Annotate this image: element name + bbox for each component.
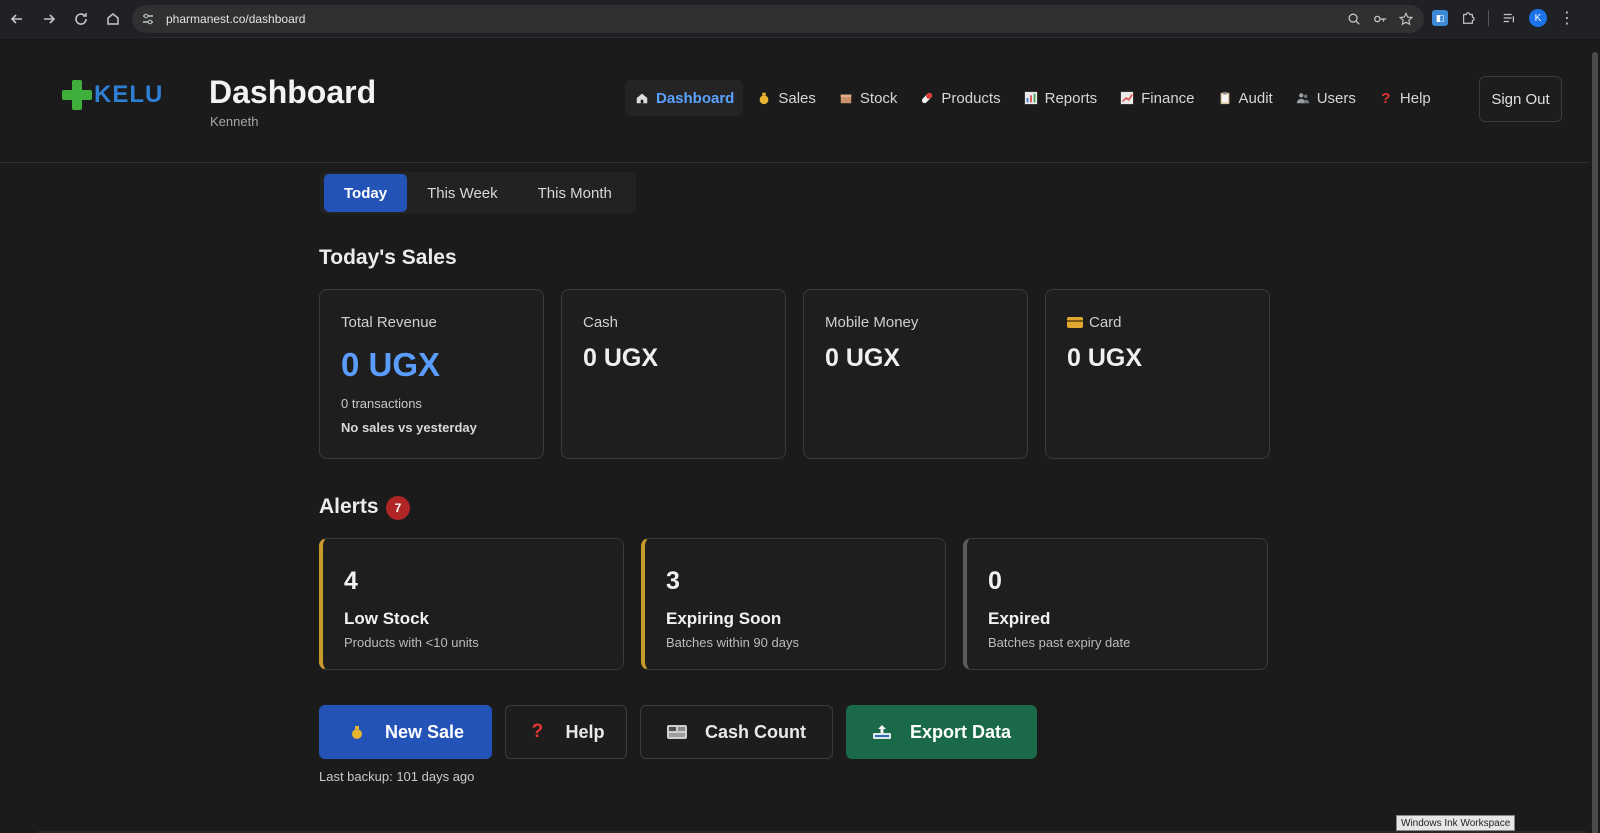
app-header: KELU Dashboard Kenneth Dashboard Sales S…	[0, 38, 1590, 163]
mobile-money-card: Mobile Money 0 UGX	[803, 289, 1028, 459]
upload-tray-icon	[872, 722, 892, 742]
sign-out-button[interactable]: Sign Out	[1479, 76, 1562, 122]
extension-icon[interactable]: ◧	[1432, 10, 1448, 26]
alert-description: Batches within 90 days	[666, 635, 799, 650]
box-icon	[838, 90, 854, 106]
period-tabs: Today This Week This Month	[320, 172, 636, 214]
total-revenue-label: Total Revenue	[341, 314, 437, 331]
card-payments-card: Card 0 UGX	[1045, 289, 1270, 459]
money-bag-icon	[756, 90, 772, 106]
total-revenue-card: Total Revenue 0 UGX 0 transactions No sa…	[319, 289, 544, 459]
tab-today[interactable]: Today	[324, 174, 408, 212]
sales-section-title: Today's Sales	[319, 246, 457, 269]
users-icon	[1295, 90, 1311, 106]
user-name: Kenneth	[210, 114, 259, 129]
alert-title: Expiring Soon	[666, 609, 782, 628]
nav-stock[interactable]: Stock	[829, 80, 907, 116]
nav-sales[interactable]: Sales	[747, 80, 825, 116]
transactions-count: 0 transactions	[341, 396, 422, 411]
back-arrow-icon[interactable]	[2, 4, 32, 34]
key-icon[interactable]	[1372, 11, 1388, 27]
site-settings-icon[interactable]	[140, 11, 156, 27]
card-label: Card	[1089, 314, 1122, 331]
export-data-button[interactable]: Export Data	[846, 705, 1037, 759]
toolbar-divider	[1488, 10, 1489, 26]
credit-card-icon	[1067, 317, 1083, 328]
mobile-money-label: Mobile Money	[825, 314, 919, 331]
address-bar[interactable]: pharmanest.co/dashboard	[132, 5, 1424, 33]
cash-value: 0 UGX	[583, 344, 659, 372]
trend-chart-icon	[1119, 90, 1135, 106]
kebab-menu-icon[interactable]: ⋮	[1559, 10, 1575, 27]
card-value: 0 UGX	[1067, 344, 1143, 372]
comparison-text: No sales vs yesterday	[341, 420, 477, 435]
cash-label: Cash	[583, 314, 619, 331]
reading-list-icon[interactable]	[1501, 10, 1517, 26]
home-icon	[634, 90, 650, 106]
nav-products[interactable]: Products	[910, 80, 1009, 116]
scrollbar-thumb[interactable]	[1592, 52, 1598, 833]
profile-avatar[interactable]: K	[1529, 9, 1547, 27]
clipboard-icon	[1217, 90, 1233, 106]
alert-number: 4	[344, 567, 358, 595]
question-icon: ?	[1381, 89, 1391, 107]
cash-count-button[interactable]: Cash Count	[640, 705, 833, 759]
home-icon[interactable]	[98, 4, 128, 34]
new-sale-button[interactable]: New Sale	[319, 705, 492, 759]
nav-audit[interactable]: Audit	[1208, 80, 1282, 116]
expiring-soon-alert[interactable]: 3 Expiring Soon Batches within 90 days	[641, 538, 946, 670]
alert-title: Expired	[988, 609, 1051, 628]
calculator-icon	[667, 722, 687, 742]
expired-alert[interactable]: 0 Expired Batches past expiry date	[963, 538, 1268, 670]
page-scrollbar[interactable]	[1590, 38, 1600, 833]
zoom-icon[interactable]	[1346, 11, 1362, 27]
nav-dashboard[interactable]: Dashboard	[625, 80, 744, 116]
cash-card: Cash 0 UGX	[561, 289, 786, 459]
bookmark-star-icon[interactable]	[1398, 11, 1414, 27]
medical-cross-icon	[62, 80, 92, 110]
nav-finance[interactable]: Finance	[1110, 80, 1203, 116]
bar-chart-icon	[1023, 90, 1039, 106]
tab-this-month[interactable]: This Month	[518, 174, 632, 212]
reload-icon[interactable]	[66, 4, 96, 34]
question-icon: ?	[531, 721, 544, 742]
low-stock-alert[interactable]: 4 Low Stock Products with <10 units	[319, 538, 624, 670]
main-nav: Dashboard Sales Stock Products Reports F…	[625, 80, 1444, 116]
alerts-section-title: Alerts	[319, 495, 379, 518]
mobile-money-value: 0 UGX	[825, 344, 901, 372]
alert-title: Low Stock	[344, 609, 430, 628]
help-button[interactable]: ? Help	[505, 705, 627, 759]
kelu-logo[interactable]: KELU	[62, 80, 163, 110]
nav-help[interactable]: ? Help	[1369, 80, 1440, 116]
alert-number: 0	[988, 567, 1002, 595]
windows-ink-tooltip: Windows Ink Workspace	[1396, 815, 1516, 831]
money-bag-icon	[347, 722, 367, 742]
last-backup-text: Last backup: 101 days ago	[319, 769, 475, 784]
pill-icon	[919, 90, 935, 106]
page-title: Dashboard	[209, 74, 377, 110]
alert-number: 3	[666, 567, 680, 595]
browser-toolbar: pharmanest.co/dashboard ◧ K ⋮	[0, 0, 1600, 38]
alerts-count-badge: 7	[386, 496, 410, 520]
total-revenue-value: 0 UGX	[341, 346, 441, 383]
forward-arrow-icon[interactable]	[34, 4, 64, 34]
nav-users[interactable]: Users	[1286, 80, 1365, 116]
alert-description: Batches past expiry date	[988, 635, 1131, 650]
tab-this-week[interactable]: This Week	[407, 174, 518, 212]
puzzle-extensions-icon[interactable]	[1460, 10, 1476, 26]
nav-reports[interactable]: Reports	[1014, 80, 1107, 116]
alert-description: Products with <10 units	[344, 635, 479, 650]
url-text[interactable]: pharmanest.co/dashboard	[166, 12, 305, 26]
